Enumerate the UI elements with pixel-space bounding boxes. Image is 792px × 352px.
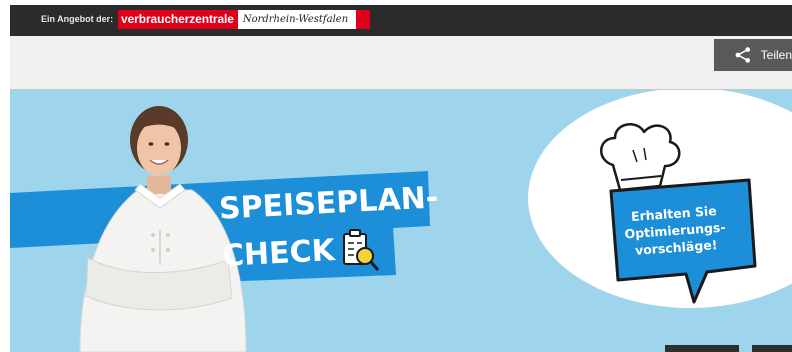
logo-red-end	[356, 10, 371, 29]
bottom-control-left[interactable]	[665, 345, 739, 352]
page-frame: Ein Angebot der: verbraucherzentrale Nor…	[10, 5, 792, 352]
offer-label: Ein Angebot der:	[41, 14, 114, 24]
share-label: Teilen	[760, 48, 792, 62]
bottom-control-right[interactable]	[752, 345, 792, 352]
logo-region-name: Nordrhein-Westfalen	[237, 10, 357, 29]
share-button[interactable]: Teilen	[714, 39, 792, 71]
bubble-text: Erhalten Sie Optimierungs- vorschläge!	[613, 201, 736, 260]
logo-brand-name: verbraucherzentrale	[118, 10, 238, 29]
hero-banner: SPEISEPLAN- CHECK Erhalten Sie Optimieru…	[10, 90, 792, 352]
verbraucherzentrale-logo[interactable]: verbraucherzentrale Nordrhein-Westfalen	[118, 10, 371, 29]
hero-title-line-2: CHECK	[221, 233, 336, 274]
toolbar: Teilen	[10, 36, 792, 90]
provider-bar: Ein Angebot der: verbraucherzentrale Nor…	[10, 5, 792, 36]
share-icon	[735, 47, 751, 63]
